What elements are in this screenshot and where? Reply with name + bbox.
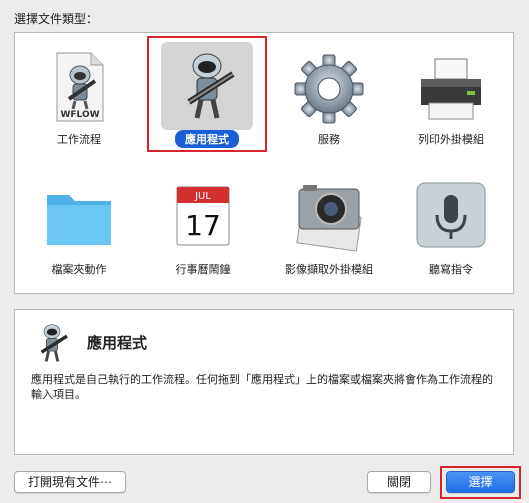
doc-type-label: 聽寫指令	[429, 263, 473, 276]
calendar-icon: JUL 17	[176, 186, 230, 246]
doc-type-label: 應用程式	[149, 130, 265, 148]
folder-icon	[47, 195, 111, 245]
microphone-icon	[416, 182, 486, 248]
open-existing-document-button[interactable]: 打開現有文件⋯	[14, 471, 126, 493]
doc-type-print-plugin[interactable]: 列印外掛模組	[391, 39, 511, 155]
printer-icon	[421, 58, 481, 120]
doc-type-folder-action[interactable]: 檔案夾動作	[19, 169, 139, 285]
camera-icon	[296, 185, 362, 252]
gear-icon	[294, 54, 364, 124]
doc-type-dictation-command[interactable]: 聽寫指令	[391, 169, 511, 285]
doc-type-label: 行事曆鬧鐘	[175, 263, 231, 276]
workflow-badge: WFLOW	[60, 110, 99, 120]
doc-type-workflow[interactable]: WFLOW 工作流程	[19, 39, 139, 155]
description-text: 應用程式是自己執行的工作流程。任何拖到「應用程式」上的檔案或檔案夾將會作為工作流…	[31, 373, 493, 401]
choose-document-type-dialog: 選擇文件類型： WFLOW 工作流程 應用程式 服務 列印外掛模組 檔案夾動作 …	[0, 0, 529, 503]
description-title: 應用程式	[87, 334, 148, 352]
doc-type-label: 服務	[318, 133, 340, 146]
prompt-label: 選擇文件類型：	[14, 12, 99, 26]
automator-robot-icon	[40, 324, 68, 362]
doc-type-label: 影像擷取外掛模組	[285, 263, 373, 276]
automator-robot-icon	[187, 53, 235, 119]
doc-type-service[interactable]: 服務	[269, 39, 389, 155]
doc-type-application[interactable]: 應用程式	[147, 36, 267, 152]
doc-type-label: 檔案夾動作	[51, 263, 107, 276]
doc-type-label: 工作流程	[57, 133, 101, 146]
description-panel: 應用程式 應用程式是自己執行的工作流程。任何拖到「應用程式」上的檔案或檔案夾將會…	[14, 309, 514, 455]
doc-type-image-capture-plugin[interactable]: 影像擷取外掛模組	[269, 169, 389, 285]
document-type-grid: WFLOW 工作流程 應用程式 服務 列印外掛模組 檔案夾動作 JUL 17 行…	[14, 32, 514, 294]
calendar-month: JUL	[194, 191, 211, 202]
workflow-file-icon: WFLOW	[56, 52, 104, 122]
doc-type-calendar-alarm[interactable]: JUL 17 行事曆鬧鐘	[143, 169, 263, 285]
doc-type-label: 列印外掛模組	[418, 133, 484, 146]
close-button[interactable]: 關閉	[367, 471, 431, 493]
choose-button[interactable]: 選擇	[446, 471, 515, 493]
calendar-day: 17	[185, 209, 221, 242]
